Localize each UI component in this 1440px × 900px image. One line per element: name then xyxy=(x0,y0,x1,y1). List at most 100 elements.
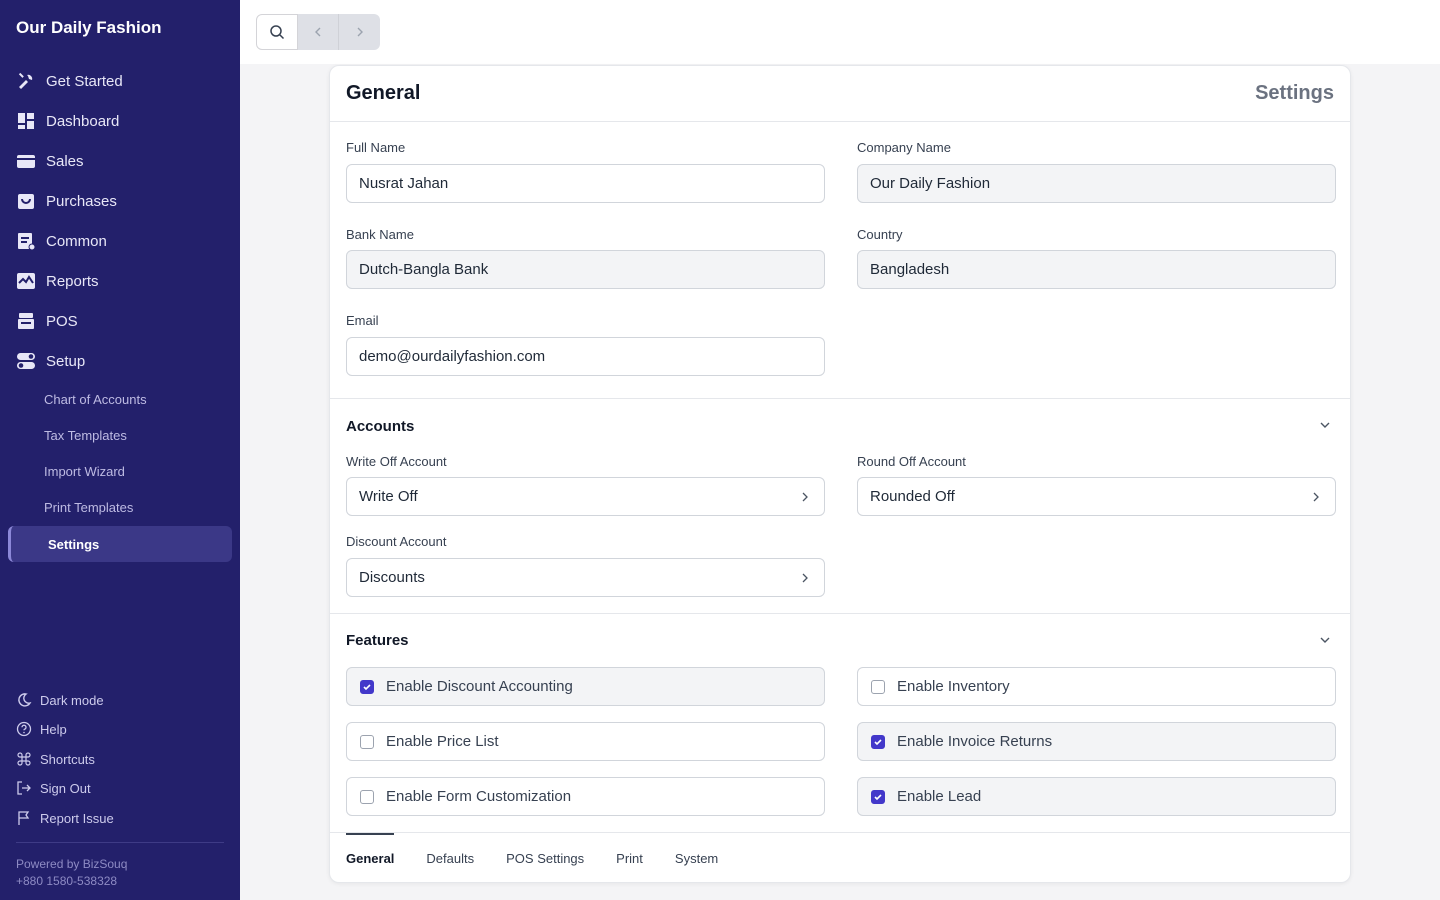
company-name-input[interactable]: Our Daily Fashion xyxy=(857,164,1336,203)
tools-icon xyxy=(18,72,33,89)
checkbox-checked[interactable] xyxy=(871,789,885,804)
nav-label: Common xyxy=(46,232,107,250)
checkbox-label: Enable Inventory xyxy=(897,678,1010,695)
checkbox-unchecked[interactable] xyxy=(360,789,374,804)
sign-out-icon xyxy=(17,781,31,795)
nav-common[interactable]: Common xyxy=(16,229,107,253)
round-off-select[interactable]: Rounded Off xyxy=(857,477,1336,516)
dashboard-icon xyxy=(18,113,34,129)
settings-tabs: General Defaults POS Settings Print Syst… xyxy=(346,833,718,883)
shortcuts-button[interactable]: Shortcuts xyxy=(16,750,95,768)
enable-price-list-checkbox[interactable]: Enable Price List xyxy=(346,722,825,761)
forward-button[interactable] xyxy=(339,14,380,50)
support-phone: +880 1580-538328 xyxy=(16,874,118,888)
nav-sales[interactable]: Sales xyxy=(16,149,84,173)
purchases-icon xyxy=(18,194,34,209)
accounts-section-title: Accounts xyxy=(346,418,415,435)
sign-out-button[interactable]: Sign Out xyxy=(16,779,91,797)
tab-pos-settings[interactable]: POS Settings xyxy=(506,833,584,883)
discount-account-value: Discounts xyxy=(359,569,425,586)
back-button[interactable] xyxy=(298,14,339,50)
checkbox-label: Enable Form Customization xyxy=(386,788,572,805)
nav-label: POS xyxy=(46,312,78,330)
enable-discount-accounting-checkbox[interactable]: Enable Discount Accounting xyxy=(346,667,825,706)
nav-purchases[interactable]: Purchases xyxy=(16,189,117,213)
brand-name: Our Daily Fashion xyxy=(16,18,162,37)
round-off-label: Round Off Account xyxy=(857,454,966,469)
discount-account-label: Discount Account xyxy=(346,534,447,549)
powered-by-text: Powered by BizSouq xyxy=(16,857,128,871)
section-divider xyxy=(330,613,1350,614)
breadcrumb: Settings xyxy=(1255,82,1334,104)
features-section-title: Features xyxy=(346,632,409,649)
setup-chart-of-accounts[interactable]: Chart of Accounts xyxy=(44,392,147,407)
checkbox-checked[interactable] xyxy=(360,679,374,694)
enable-lead-checkbox[interactable]: Enable Lead xyxy=(857,777,1336,816)
checkbox-label: Enable Discount Accounting xyxy=(386,678,573,695)
moon-icon xyxy=(18,693,32,707)
country-input[interactable]: Bangladesh xyxy=(857,250,1336,289)
search-icon xyxy=(270,25,285,40)
setup-settings[interactable]: Settings xyxy=(8,526,232,562)
nav-get-started[interactable]: Get Started xyxy=(16,69,123,93)
setup-tax-templates[interactable]: Tax Templates xyxy=(44,428,127,443)
nav-label: Reports xyxy=(46,272,99,290)
nav-reports[interactable]: Reports xyxy=(16,269,99,293)
nav-label: Get Started xyxy=(46,72,123,90)
sales-icon xyxy=(17,155,35,168)
powered-by: Powered by BizSouq +880 1580-538328 xyxy=(16,856,127,890)
chevron-right-icon xyxy=(1313,492,1319,502)
dark-mode-button[interactable]: Dark mode xyxy=(16,691,104,709)
checkbox-label: Enable Lead xyxy=(897,788,982,805)
full-name-input[interactable]: Nusrat Jahan xyxy=(346,164,825,203)
round-off-value: Rounded Off xyxy=(870,488,955,505)
write-off-label: Write Off Account xyxy=(346,454,447,469)
footer-label: Report Issue xyxy=(40,810,114,826)
reports-icon xyxy=(17,273,35,289)
page-title: General xyxy=(346,82,421,104)
bank-name-label: Bank Name xyxy=(346,227,414,242)
nav-label: Dashboard xyxy=(46,112,120,130)
enable-inventory-checkbox[interactable]: Enable Inventory xyxy=(857,667,1336,706)
checkbox-checked[interactable] xyxy=(871,734,885,749)
search-button[interactable] xyxy=(256,14,298,50)
command-icon xyxy=(17,752,31,766)
enable-form-customization-checkbox[interactable]: Enable Form Customization xyxy=(346,777,825,816)
nav-setup[interactable]: Setup xyxy=(16,349,85,373)
checkbox-unchecked[interactable] xyxy=(360,734,374,749)
enable-invoice-returns-checkbox[interactable]: Enable Invoice Returns xyxy=(857,722,1336,761)
flag-icon xyxy=(18,811,30,825)
full-name-label: Full Name xyxy=(346,140,406,155)
settings-card: General Settings Full Name Nusrat Jahan … xyxy=(329,65,1351,883)
top-bar xyxy=(240,0,1440,64)
tab-defaults[interactable]: Defaults xyxy=(426,833,474,883)
setup-import-wizard[interactable]: Import Wizard xyxy=(44,464,125,479)
write-off-select[interactable]: Write Off xyxy=(346,477,825,516)
help-button[interactable]: Help xyxy=(16,720,67,738)
header-divider xyxy=(330,121,1350,122)
chevron-right-icon xyxy=(802,492,808,502)
chevron-down-icon[interactable] xyxy=(1316,631,1334,649)
chevron-down-icon[interactable] xyxy=(1316,416,1334,434)
discount-account-select[interactable]: Discounts xyxy=(346,558,825,597)
section-divider xyxy=(330,398,1350,399)
email-input[interactable]: demo@ourdailyfashion.com xyxy=(346,337,825,376)
nav-pos[interactable]: POS xyxy=(16,309,78,333)
checkbox-label: Enable Price List xyxy=(386,733,499,750)
write-off-value: Write Off xyxy=(359,488,418,505)
tab-print[interactable]: Print xyxy=(616,833,643,883)
help-icon xyxy=(16,721,32,737)
tab-system[interactable]: System xyxy=(675,833,718,883)
report-issue-button[interactable]: Report Issue xyxy=(16,809,114,827)
bank-name-input[interactable]: Dutch-Bangla Bank xyxy=(346,250,825,289)
nav-label: Purchases xyxy=(46,192,117,210)
email-label: Email xyxy=(346,313,379,328)
chevron-right-icon xyxy=(357,27,363,37)
country-label: Country xyxy=(857,227,903,242)
footer-label: Shortcuts xyxy=(40,751,95,767)
sidebar-divider xyxy=(16,842,224,843)
nav-dashboard[interactable]: Dashboard xyxy=(16,109,119,133)
checkbox-unchecked[interactable] xyxy=(871,679,885,694)
tab-general[interactable]: General xyxy=(346,833,395,883)
setup-print-templates[interactable]: Print Templates xyxy=(44,500,133,515)
